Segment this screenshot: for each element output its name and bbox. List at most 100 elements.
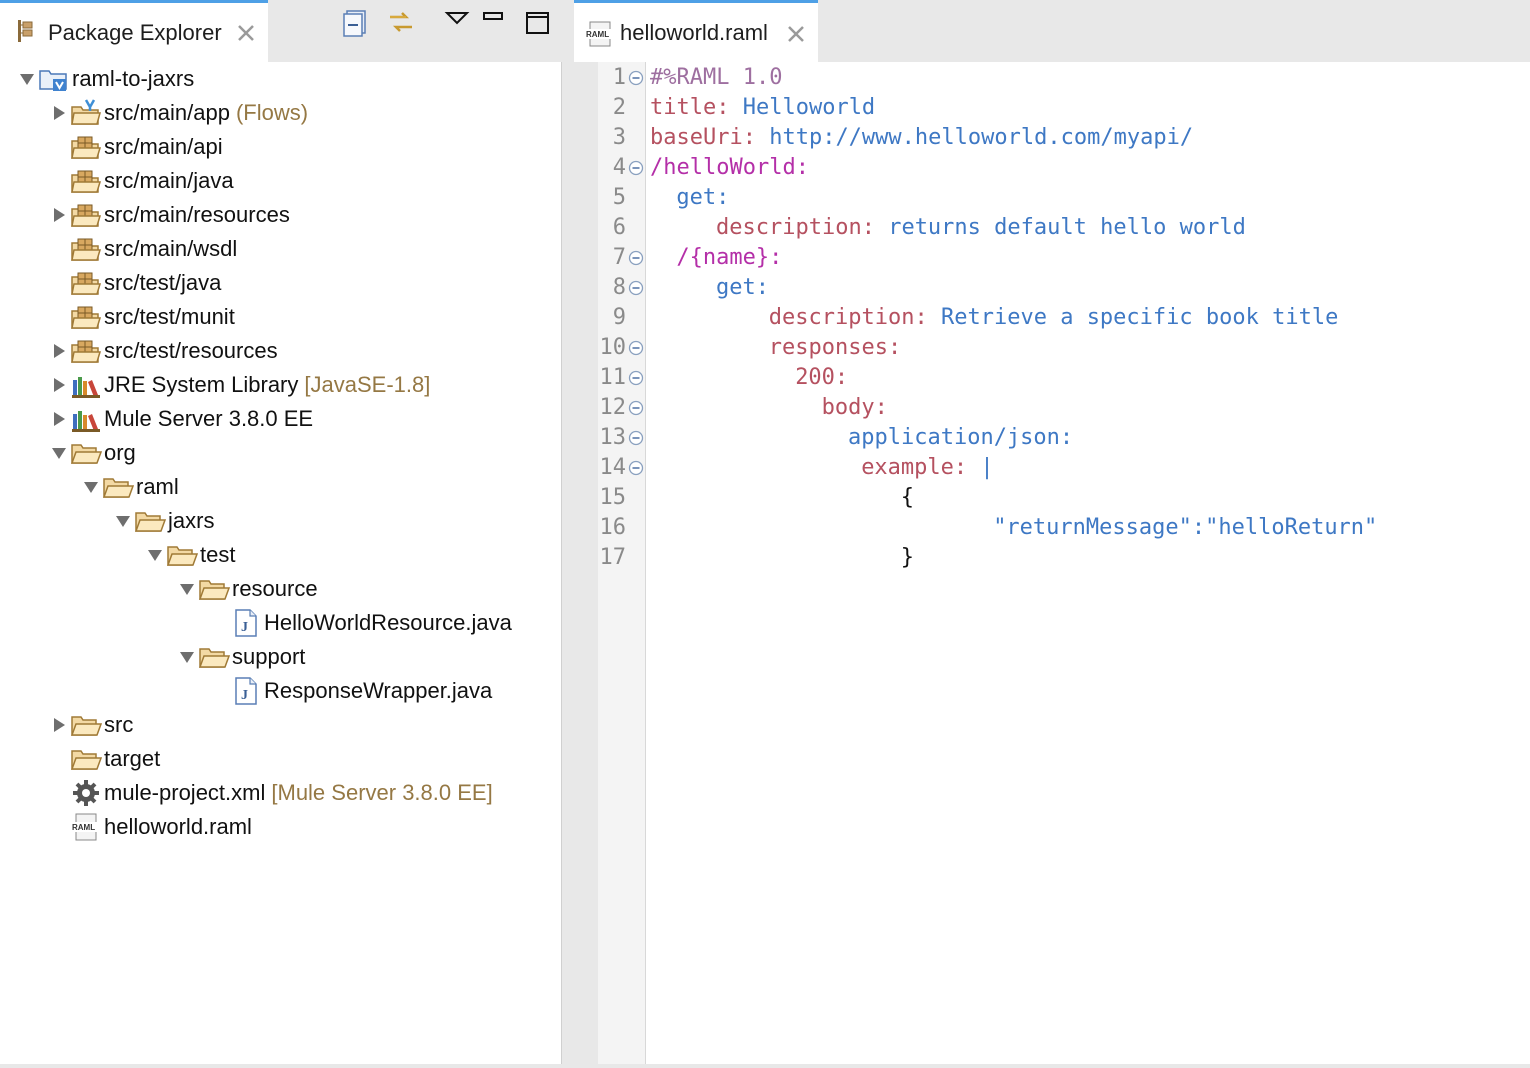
tree-item[interactable]: test [144, 538, 235, 572]
fold-collapse-icon[interactable] [628, 250, 644, 266]
source-folder-icon [70, 269, 102, 297]
source-folder-icon [70, 133, 102, 161]
java-file-icon: J [230, 677, 262, 705]
explorer-header: Package Explorer [0, 0, 562, 62]
expand-arrow-icon[interactable] [48, 436, 70, 470]
line-number: 1 [612, 65, 626, 90]
code-token: returns default hello world [874, 215, 1246, 240]
tree-item[interactable]: src [48, 708, 133, 742]
tree-item[interactable]: src/main/app (Flows) [48, 96, 308, 130]
close-icon[interactable] [236, 23, 256, 43]
tree-item[interactable]: RAML helloworld.raml [48, 810, 252, 844]
code-token: "returnMessage":"helloReturn" [993, 515, 1378, 540]
code-token: description: [768, 305, 928, 330]
folder-open-icon [198, 575, 230, 603]
line-number: 5 [612, 185, 626, 210]
tree-item[interactable]: src/main/resources [48, 198, 290, 232]
code-line: } [901, 543, 914, 573]
library-icon [70, 405, 102, 433]
tree-item[interactable]: mule-project.xml [Mule Server 3.8.0 EE] [48, 776, 493, 810]
code-token: 200: [795, 365, 849, 390]
expand-arrow-icon[interactable] [112, 504, 134, 538]
view-menu-icon[interactable] [442, 8, 472, 38]
project-icon [38, 65, 70, 93]
collapse-arrow-icon[interactable] [48, 402, 70, 436]
window-bottom-edge [0, 1064, 1530, 1068]
tree-item[interactable]: support [176, 640, 305, 674]
collapse-arrow-icon[interactable] [48, 708, 70, 742]
tab-helloworld-raml[interactable]: RAML helloworld.raml [574, 0, 818, 62]
tree-item[interactable]: src/main/java [48, 164, 234, 198]
tree-item-label: support [232, 644, 306, 669]
tree-item-decoration: (Flows) [235, 100, 309, 125]
line-number: 9 [612, 305, 626, 330]
tree-item[interactable]: resource [176, 572, 318, 606]
tree-item[interactable]: JRE System Library [JavaSE-1.8] [48, 368, 430, 402]
code-editor[interactable]: #%RAML 1.0 title: Helloworld baseUri: http… [646, 62, 1530, 1064]
tree-item[interactable]: src/test/munit [48, 300, 235, 334]
collapse-all-icon[interactable] [342, 8, 372, 38]
tree-item[interactable]: J HelloWorldResource.java [208, 606, 512, 640]
library-icon [70, 371, 102, 399]
tree-item[interactable]: raml-to-jaxrs [16, 62, 194, 96]
expand-arrow-icon[interactable] [176, 572, 198, 606]
tree-item-label: jaxrs [168, 508, 215, 533]
line-number: 2 [612, 95, 626, 120]
close-icon[interactable] [786, 24, 806, 44]
tree-item[interactable]: org [48, 436, 136, 470]
overview-ruler [574, 62, 598, 1064]
maximize-icon[interactable] [524, 8, 554, 38]
line-number: 6 [612, 215, 626, 240]
expand-arrow-icon[interactable] [144, 538, 166, 572]
line-number: 16 [599, 515, 627, 540]
fold-collapse-icon[interactable] [628, 400, 644, 416]
gear-icon [70, 779, 102, 807]
tab-label: Package Explorer [48, 20, 222, 45]
editor-area: RAML helloworld.raml 1 2 3 4 5 6 7 8 9 10 11 12 13 14… [574, 0, 1530, 1068]
fold-collapse-icon[interactable] [628, 160, 644, 176]
fold-collapse-icon[interactable] [628, 370, 644, 386]
flows-folder-icon [70, 99, 102, 127]
expand-arrow-icon[interactable] [16, 62, 38, 96]
tree-item-label: src/main/wsdl [104, 236, 238, 261]
collapse-arrow-icon[interactable] [48, 334, 70, 368]
raml-file-icon: RAML [584, 21, 616, 47]
tree-item-label: test [200, 542, 236, 567]
tree-item-decoration: [Mule Server 3.8.0 EE] [271, 780, 493, 805]
code-line: description: returns default hello world [716, 213, 1246, 243]
tree-item[interactable]: J ResponseWrapper.java [208, 674, 492, 708]
link-with-editor-icon[interactable] [386, 8, 416, 38]
folder-open-icon [70, 439, 102, 467]
tree-item[interactable]: target [48, 742, 160, 776]
code-token: body: [821, 395, 888, 420]
fold-collapse-icon[interactable] [628, 460, 644, 476]
fold-collapse-icon[interactable] [628, 430, 644, 446]
code-line: application/json: [848, 423, 1073, 453]
tree-item[interactable]: src/main/wsdl [48, 232, 237, 266]
code-token: /helloWorld: [650, 155, 809, 180]
line-number: 10 [599, 335, 627, 360]
expand-arrow-icon[interactable] [176, 640, 198, 674]
tab-package-explorer[interactable]: Package Explorer [0, 0, 268, 62]
tree-item[interactable]: src/main/api [48, 130, 223, 164]
fold-collapse-icon[interactable] [628, 280, 644, 296]
expand-arrow-icon[interactable] [80, 470, 102, 504]
tree-item[interactable]: src/test/resources [48, 334, 278, 368]
tree-item[interactable]: Mule Server 3.8.0 EE [48, 402, 313, 436]
code-line: baseUri: http://www.helloworld.com/myapi… [650, 123, 1193, 153]
tree-item-label: src/main/app [104, 100, 230, 125]
collapse-arrow-icon[interactable] [48, 96, 70, 130]
code-line: get: [676, 183, 729, 213]
fold-collapse-icon[interactable] [628, 340, 644, 356]
collapse-arrow-icon[interactable] [48, 368, 70, 402]
tree-item[interactable]: jaxrs [112, 504, 214, 538]
tree-item[interactable]: raml [80, 470, 179, 504]
collapse-arrow-icon[interactable] [48, 198, 70, 232]
tab-label: helloworld.raml [620, 20, 768, 45]
tree-item[interactable]: src/test/java [48, 266, 221, 300]
minimize-icon[interactable] [480, 8, 510, 38]
tree-item-label: resource [232, 576, 318, 601]
fold-collapse-icon[interactable] [628, 70, 644, 86]
